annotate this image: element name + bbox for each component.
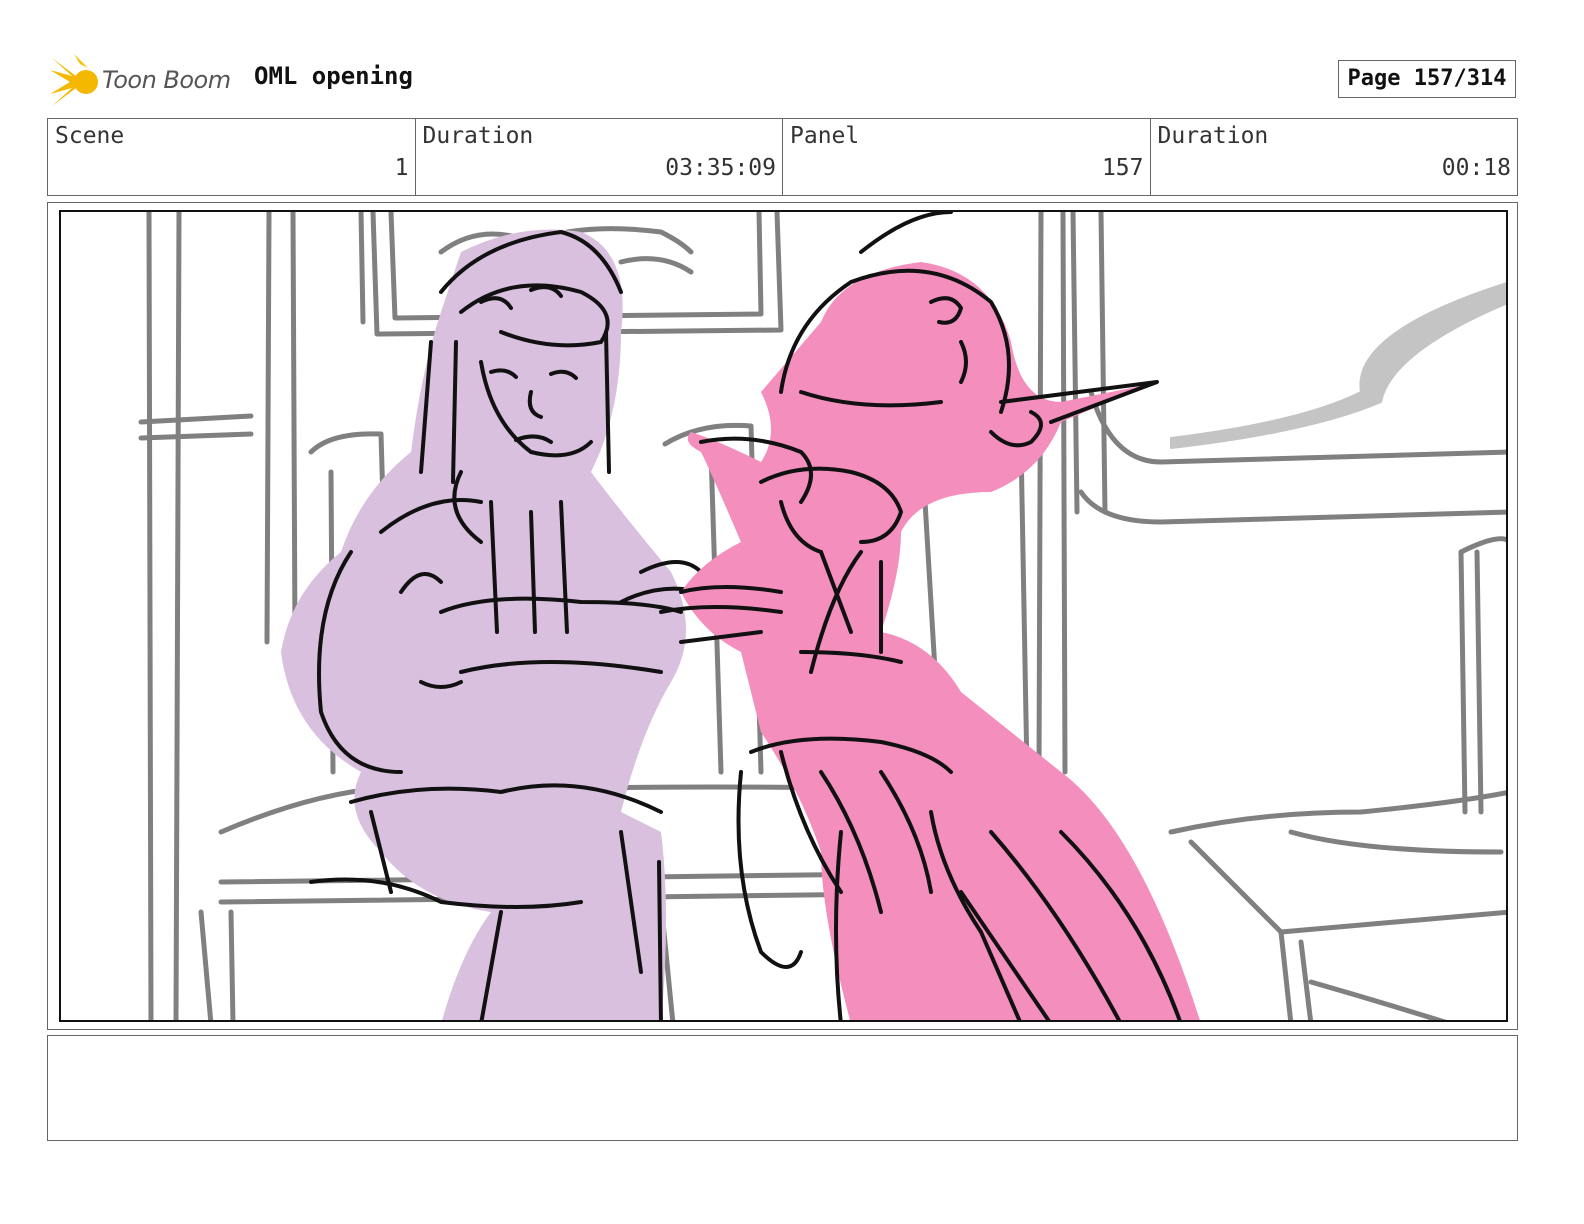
page-indicator: Page 157/314 <box>1338 60 1516 98</box>
panel-duration-value: 00:18 <box>1441 155 1511 181</box>
panel-info-bar: Scene 1 Duration 03:35:09 Panel 157 Dura… <box>47 118 1518 196</box>
project-title: OML opening <box>254 62 413 90</box>
scene-value: 1 <box>394 155 409 181</box>
panel-duration-label: Duration <box>1157 123 1269 149</box>
toon-boom-logo: Toon Boom <box>50 54 240 110</box>
scene-label: Scene <box>55 123 125 149</box>
panel-duration-cell: Duration 00:18 <box>1151 119 1518 195</box>
background-swoosh <box>1170 282 1506 449</box>
panel-notes-box <box>47 1035 1518 1141</box>
left-character <box>281 229 703 1020</box>
storyboard-panel-frame <box>47 202 1518 1030</box>
panel-label: Panel <box>790 123 860 149</box>
scene-duration-value: 03:35:09 <box>665 155 776 181</box>
logo-star-icon <box>50 54 98 106</box>
panel-value: 157 <box>1101 155 1144 181</box>
storyboard-panel-image <box>59 210 1508 1022</box>
panel-cell: Panel 157 <box>783 119 1151 195</box>
logo-text: Toon Boom <box>102 66 231 94</box>
scene-cell: Scene 1 <box>48 119 416 195</box>
scene-duration-label: Duration <box>422 123 534 149</box>
scene-duration-cell: Duration 03:35:09 <box>416 119 783 195</box>
sketch-drawing <box>138 212 1506 1020</box>
